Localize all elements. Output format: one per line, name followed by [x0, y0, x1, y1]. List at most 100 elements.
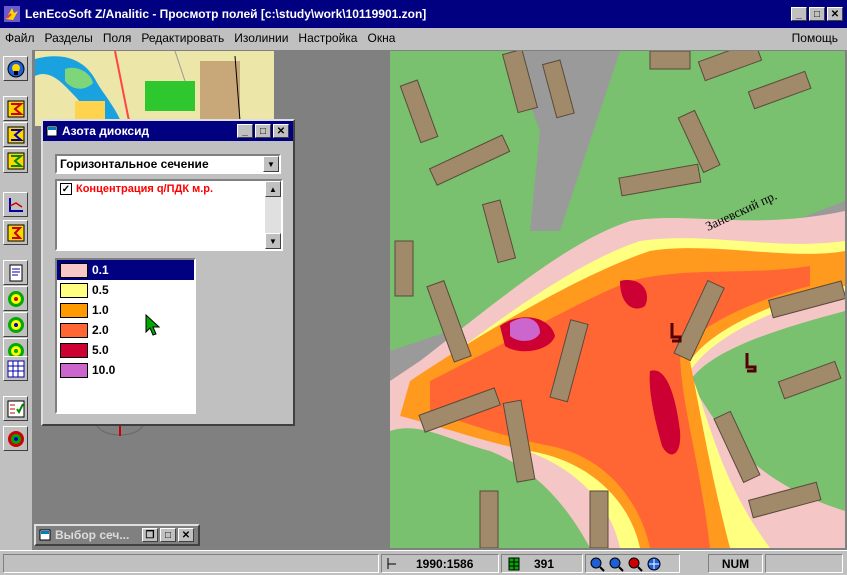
list-scrollbar[interactable]: ▲ ▼: [265, 181, 281, 249]
sum-layer-2-icon: [7, 152, 24, 169]
float-window-title: Азота диоксид: [62, 124, 150, 138]
parameter-list[interactable]: ✓ Концентрация q/ПДК м.р. ▲ ▼: [55, 179, 283, 251]
menu-file[interactable]: Файл: [0, 31, 40, 45]
sum-layer-button[interactable]: [3, 96, 28, 121]
concentration-map: Заневский пр.: [390, 51, 845, 548]
menu-help[interactable]: Помощь: [787, 31, 843, 45]
sum-layer-2-button[interactable]: [3, 148, 28, 173]
legend-row[interactable]: 5.0: [57, 340, 194, 360]
check-list-button[interactable]: [3, 396, 28, 421]
legend-row[interactable]: 0.5: [57, 280, 194, 300]
legend-swatch: [60, 282, 88, 298]
chevron-down-icon: ▼: [267, 159, 275, 169]
status-empty-panel: [765, 554, 843, 573]
legend-value: 5.0: [92, 343, 109, 357]
window-icon: [46, 125, 58, 137]
contour-multi-button[interactable]: [3, 426, 28, 451]
menu-edit[interactable]: Редактировать: [136, 31, 229, 45]
sum-field-icon: [7, 126, 24, 143]
float-maximize-button[interactable]: □: [255, 124, 271, 138]
contour-green-2-button[interactable]: [3, 312, 28, 337]
restore-button[interactable]: ❐: [142, 528, 158, 542]
background-map-image: [35, 51, 274, 126]
menu-fields[interactable]: Поля: [98, 31, 137, 45]
float-window-titlebar[interactable]: Азота диоксид _ □ ✕: [43, 121, 293, 141]
coordinates-panel: 1990:1586: [381, 554, 499, 573]
concentration-legend: 0.1 0.5 1.0 2.0 5.0 10.0: [55, 258, 196, 414]
report-icon: [9, 264, 22, 281]
sum-field-button[interactable]: [3, 122, 28, 147]
maximize-button[interactable]: □: [160, 528, 176, 542]
status-bar: 1990:1586 391 NUM: [0, 550, 847, 575]
check-icon: ✓: [61, 183, 71, 195]
contour-green-2-icon: [7, 316, 24, 333]
legend-swatch: [60, 342, 88, 358]
arrow-down-icon: ▼: [269, 236, 277, 246]
concentration-checkbox[interactable]: ✓: [60, 183, 72, 195]
scroll-down-button[interactable]: ▼: [265, 233, 281, 249]
arrow-up-icon: ▲: [269, 184, 277, 194]
legend-swatch: [60, 302, 88, 318]
close-icon: ✕: [830, 8, 840, 20]
menu-isolines[interactable]: Изолинии: [229, 31, 293, 45]
section-select-dropdown-button[interactable]: ▼: [263, 156, 279, 172]
minimize-icon: _: [242, 125, 248, 137]
legend-swatch: [60, 262, 88, 278]
grid-table-button[interactable]: [3, 356, 28, 381]
legend-row[interactable]: 1.0: [57, 300, 194, 320]
legend-row[interactable]: 0.1: [57, 260, 194, 280]
legend-row[interactable]: 10.0: [57, 360, 194, 380]
menu-bar: Файл Разделы Поля Редактировать Изолинии…: [0, 28, 847, 48]
background-map-window[interactable]: [35, 51, 274, 126]
pan-icon[interactable]: [646, 556, 662, 572]
minimize-icon: _: [796, 8, 802, 20]
close-button[interactable]: ✕: [178, 528, 194, 542]
report-button[interactable]: [3, 260, 28, 285]
legend-value: 1.0: [92, 303, 109, 317]
nitrogen-dioxide-window[interactable]: Азота диоксид _ □ ✕ Горизонтальное сечен…: [41, 119, 295, 426]
legend-value: 0.5: [92, 283, 109, 297]
maximize-icon: □: [164, 529, 172, 541]
close-icon: ✕: [276, 125, 286, 137]
sum-box-button[interactable]: [3, 220, 28, 245]
menu-settings[interactable]: Настройка: [293, 31, 362, 45]
contour-multi-icon: [7, 430, 24, 447]
section-select-value: Горизонтальное сечение: [60, 157, 209, 171]
maximize-icon: □: [259, 125, 267, 137]
maximize-button[interactable]: □: [809, 7, 825, 21]
title-bar: LenEcoSoft Z/Analitic - Просмотр полей […: [0, 0, 847, 28]
contour-green-button[interactable]: [3, 286, 28, 311]
count-value: 391: [534, 556, 555, 571]
legend-value: 2.0: [92, 323, 109, 337]
minimize-button[interactable]: _: [791, 7, 807, 21]
legend-value: 10.0: [92, 363, 116, 377]
menu-sections[interactable]: Разделы: [40, 31, 98, 45]
left-toolbar: [0, 50, 32, 550]
scroll-up-button[interactable]: ▲: [265, 181, 281, 197]
minimized-section-window[interactable]: Выбор сеч... ❐ □ ✕: [34, 524, 200, 546]
minimized-window-title: Выбор сеч...: [55, 528, 130, 542]
concentration-map-window[interactable]: Заневский пр.: [390, 51, 845, 548]
app-logo-icon: [4, 6, 20, 22]
float-close-button[interactable]: ✕: [273, 124, 289, 138]
section-select[interactable]: Горизонтальное сечение ▼: [55, 154, 281, 174]
legend-row[interactable]: 2.0: [57, 320, 194, 340]
grid-count-icon: [508, 557, 520, 570]
count-panel: 391: [501, 554, 583, 573]
axis-button[interactable]: [3, 192, 28, 217]
coords-value: 1990:1586: [416, 556, 474, 571]
float-minimize-button[interactable]: _: [237, 124, 253, 138]
list-item[interactable]: ✓ Концентрация q/ПДК м.р.: [57, 181, 281, 197]
zoom-in-icon[interactable]: [589, 556, 605, 572]
window-icon: [39, 529, 51, 541]
axis-icon: [8, 197, 23, 212]
zoom-view-button[interactable]: [3, 56, 28, 81]
menu-windows[interactable]: Окна: [362, 31, 400, 45]
check-list-icon: [7, 400, 24, 417]
close-button[interactable]: ✕: [827, 7, 843, 21]
cursor-coords-icon: [387, 557, 396, 569]
scroll-track[interactable]: [265, 197, 281, 233]
zoom-area-icon[interactable]: [627, 556, 643, 572]
zoom-out-icon[interactable]: [608, 556, 624, 572]
grid-table-icon: [7, 360, 24, 377]
